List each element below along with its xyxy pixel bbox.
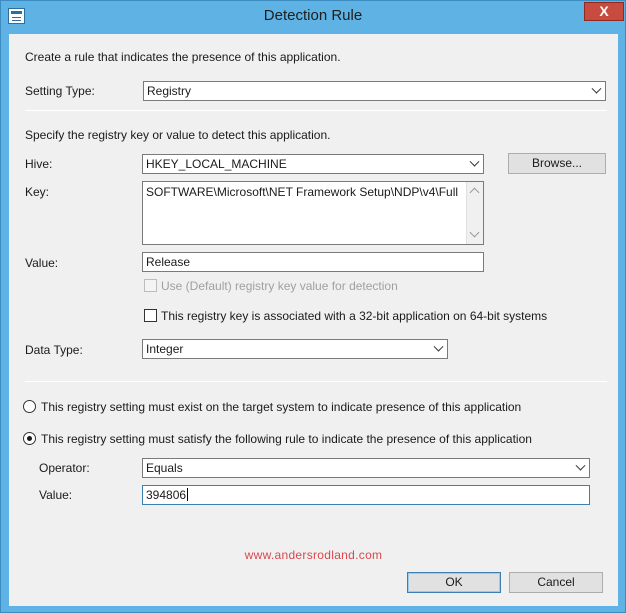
value-label: Value: [25, 256, 59, 270]
registry-description: Specify the registry key or value to det… [25, 128, 331, 142]
key-label: Key: [25, 185, 50, 199]
browse-button[interactable]: Browse... [508, 153, 606, 174]
key-scrollbar[interactable] [466, 182, 483, 244]
operator-dropdown[interactable]: Equals [142, 458, 590, 478]
hive-label: Hive: [25, 157, 53, 171]
close-icon: X [599, 3, 609, 19]
chevron-down-icon [575, 460, 586, 471]
radio-selected-dot [27, 436, 32, 441]
must-exist-radio[interactable] [23, 400, 36, 413]
watermark-text: www.andersrodland.com [244, 548, 383, 562]
key-textarea[interactable]: SOFTWARE\Microsoft\NET Framework Setup\N… [142, 181, 484, 245]
data-type-label: Data Type: [25, 343, 83, 357]
scroll-up-icon[interactable] [469, 187, 480, 198]
key-value: SOFTWARE\Microsoft\NET Framework Setup\N… [146, 185, 459, 199]
title-bar[interactable]: Detection Rule X [1, 1, 625, 33]
ok-button[interactable]: OK [407, 572, 501, 593]
data-type-value: Integer [146, 342, 184, 356]
rule-value-text: 394806 [146, 488, 187, 502]
operator-label: Operator: [39, 461, 90, 475]
separator [25, 381, 607, 382]
data-type-dropdown[interactable]: Integer [142, 339, 448, 359]
use-default-checkbox[interactable] [144, 279, 157, 292]
setting-type-value: Registry [147, 84, 192, 98]
window-title: Detection Rule [263, 7, 363, 24]
text-caret [187, 488, 189, 501]
setting-type-dropdown[interactable]: Registry [143, 81, 606, 101]
chevron-down-icon [591, 83, 602, 94]
intro-text: Create a rule that indicates the presenc… [25, 50, 341, 64]
chevron-down-icon [469, 156, 480, 167]
operator-value: Equals [146, 461, 183, 475]
chevron-down-icon [433, 341, 444, 352]
dialog-body: Create a rule that indicates the presenc… [9, 34, 618, 606]
hive-dropdown[interactable]: HKEY_LOCAL_MACHINE [142, 154, 484, 174]
use-default-label: Use (Default) registry key value for det… [161, 279, 398, 293]
value-input[interactable]: Release [142, 252, 484, 272]
must-satisfy-radio[interactable] [23, 432, 36, 445]
close-button[interactable]: X [584, 2, 624, 21]
detection-rule-window: Detection Rule X Create a rule that indi… [0, 0, 626, 613]
is-32bit-checkbox[interactable] [144, 309, 157, 322]
hive-value: HKEY_LOCAL_MACHINE [146, 157, 287, 171]
is-32bit-label: This registry key is associated with a 3… [161, 309, 548, 323]
rule-value-label: Value: [39, 488, 73, 502]
must-satisfy-label: This registry setting must satisfy the f… [41, 432, 532, 446]
separator [25, 110, 607, 111]
scroll-down-icon[interactable] [469, 227, 480, 238]
must-exist-label: This registry setting must exist on the … [41, 400, 522, 414]
cancel-button[interactable]: Cancel [509, 572, 603, 593]
rule-value-input[interactable]: 394806 [142, 485, 590, 505]
setting-type-label: Setting Type: [25, 84, 95, 98]
